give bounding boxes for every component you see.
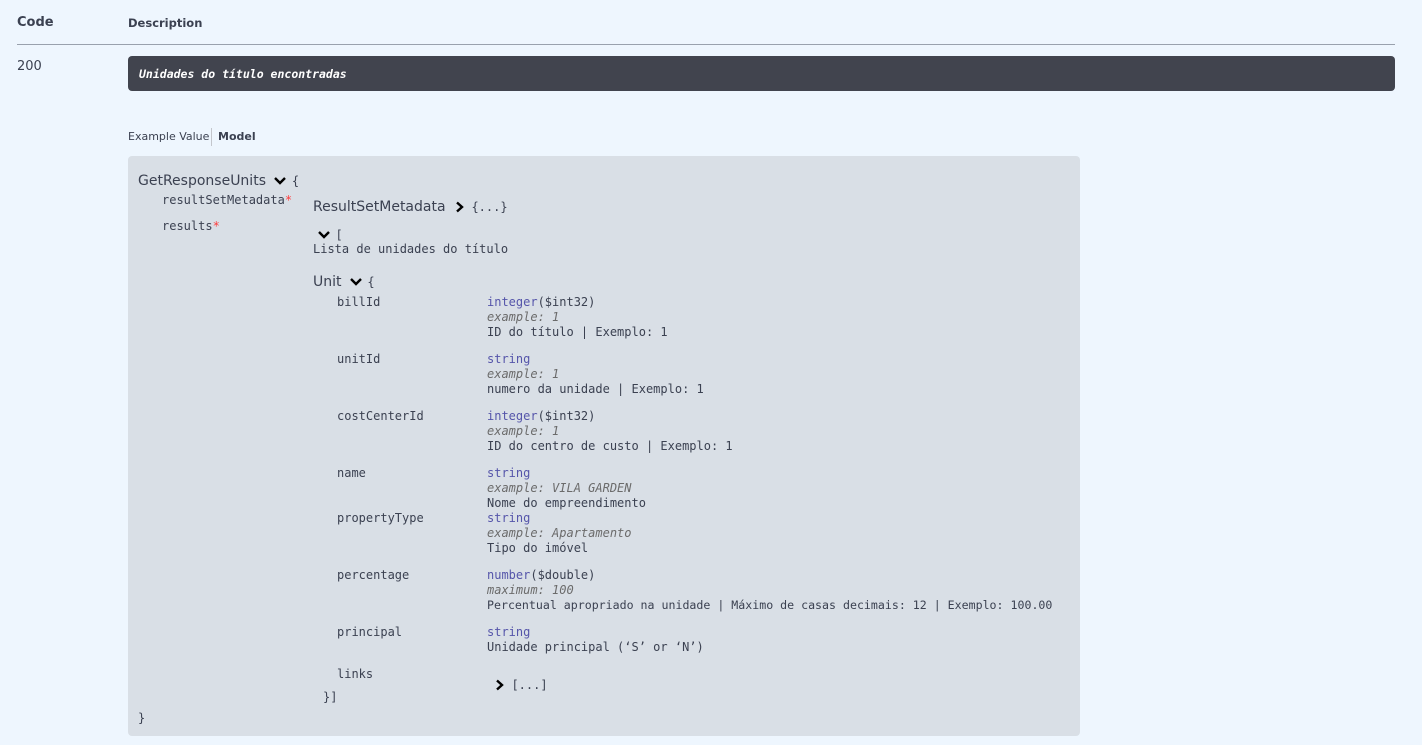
type-name: string xyxy=(487,625,531,639)
tab-separator xyxy=(211,128,212,146)
tab-example-value[interactable]: Example Value xyxy=(128,130,209,143)
property-resultSetMetadata: resultSetMetadata* xyxy=(162,193,292,207)
chevron-down-icon[interactable] xyxy=(273,175,287,187)
field-name: unitId xyxy=(337,352,381,366)
field-type: string xyxy=(487,511,530,525)
field-name: percentage xyxy=(337,568,410,582)
field-type: string xyxy=(487,625,530,639)
column-header-code: Code xyxy=(17,15,54,30)
chevron-right-icon[interactable] xyxy=(493,679,507,691)
field-description: Unidade principal (‘S’ or ‘N’) xyxy=(487,640,704,654)
response-description-box: Unidades do título encontradas xyxy=(128,56,1395,91)
field-example: maximum: 100 xyxy=(487,583,574,597)
type-name: string xyxy=(487,352,531,366)
model-name: GetResponseUnits xyxy=(138,173,266,189)
field-description: Percentual apropriado na unidade | Máxim… xyxy=(487,598,1053,612)
tab-model[interactable]: Model xyxy=(218,130,256,143)
chevron-down-icon[interactable] xyxy=(317,229,331,241)
field-description: ID do centro de custo | Exemplo: 1 xyxy=(487,439,733,453)
unit-model-name: Unit xyxy=(313,274,342,290)
chevron-down-icon[interactable] xyxy=(349,276,363,288)
results-description: Lista de unidades do título xyxy=(313,242,509,256)
type-name: number xyxy=(487,568,531,582)
field-type: integer($int32) xyxy=(487,295,595,309)
field-name: principal xyxy=(337,625,403,639)
type-name: string xyxy=(487,466,531,480)
field-type: string xyxy=(487,466,530,480)
type-format: ($int32) xyxy=(537,295,596,309)
type-format: ($double) xyxy=(530,568,596,582)
field-name: links xyxy=(337,667,374,681)
resultSetMetadata-model[interactable]: ResultSetMetadata {...} xyxy=(313,198,508,216)
unit-model-header[interactable]: Unit { xyxy=(313,273,375,291)
model-open-brace: { xyxy=(291,174,300,188)
collapsed-array: [...] xyxy=(511,678,548,692)
field-type: number($double) xyxy=(487,568,595,582)
required-mark: * xyxy=(212,219,220,233)
property-name: results xyxy=(162,219,213,233)
field-example: example: 1 xyxy=(487,367,560,381)
type-name: integer xyxy=(487,295,538,309)
field-description: Tipo do imóvel xyxy=(487,541,589,555)
field-type: string xyxy=(487,352,530,366)
submodel-name: ResultSetMetadata xyxy=(313,199,446,215)
field-name: billId xyxy=(337,295,381,309)
response-description: Unidades do título encontradas xyxy=(139,67,347,81)
header-divider xyxy=(17,44,1395,45)
type-name: integer xyxy=(487,409,538,423)
field-type: integer($int32) xyxy=(487,409,595,423)
field-description: Nome do empreendimento xyxy=(487,496,646,510)
chevron-right-icon[interactable] xyxy=(453,201,467,213)
field-description: ID do título | Exemplo: 1 xyxy=(487,325,668,339)
field-example: example: 1 xyxy=(487,424,560,438)
model-close-brace: } xyxy=(138,711,146,725)
field-name: name xyxy=(337,466,366,480)
array-open-bracket: [ xyxy=(335,228,343,242)
type-format: ($int32) xyxy=(537,409,596,423)
response-code: 200 xyxy=(17,59,42,74)
property-results: results* xyxy=(162,219,220,233)
links-array-toggle[interactable]: [...] xyxy=(493,676,548,694)
column-header-description: Description xyxy=(128,16,203,30)
field-example: example: VILA GARDEN xyxy=(487,481,632,495)
collapsed-object: {...} xyxy=(471,200,508,214)
required-mark: * xyxy=(284,193,293,207)
type-name: string xyxy=(487,511,531,525)
field-example: example: Apartamento xyxy=(487,526,632,540)
field-name: propertyType xyxy=(337,511,424,525)
field-example: example: 1 xyxy=(487,310,560,324)
field-name: costCenterId xyxy=(337,409,424,423)
unit-close-brace: }] xyxy=(323,690,338,704)
property-name: resultSetMetadata xyxy=(162,193,285,207)
model-header[interactable]: GetResponseUnits { xyxy=(138,172,299,190)
field-description: numero da unidade | Exemplo: 1 xyxy=(487,382,704,396)
unit-open-brace: { xyxy=(367,275,375,289)
